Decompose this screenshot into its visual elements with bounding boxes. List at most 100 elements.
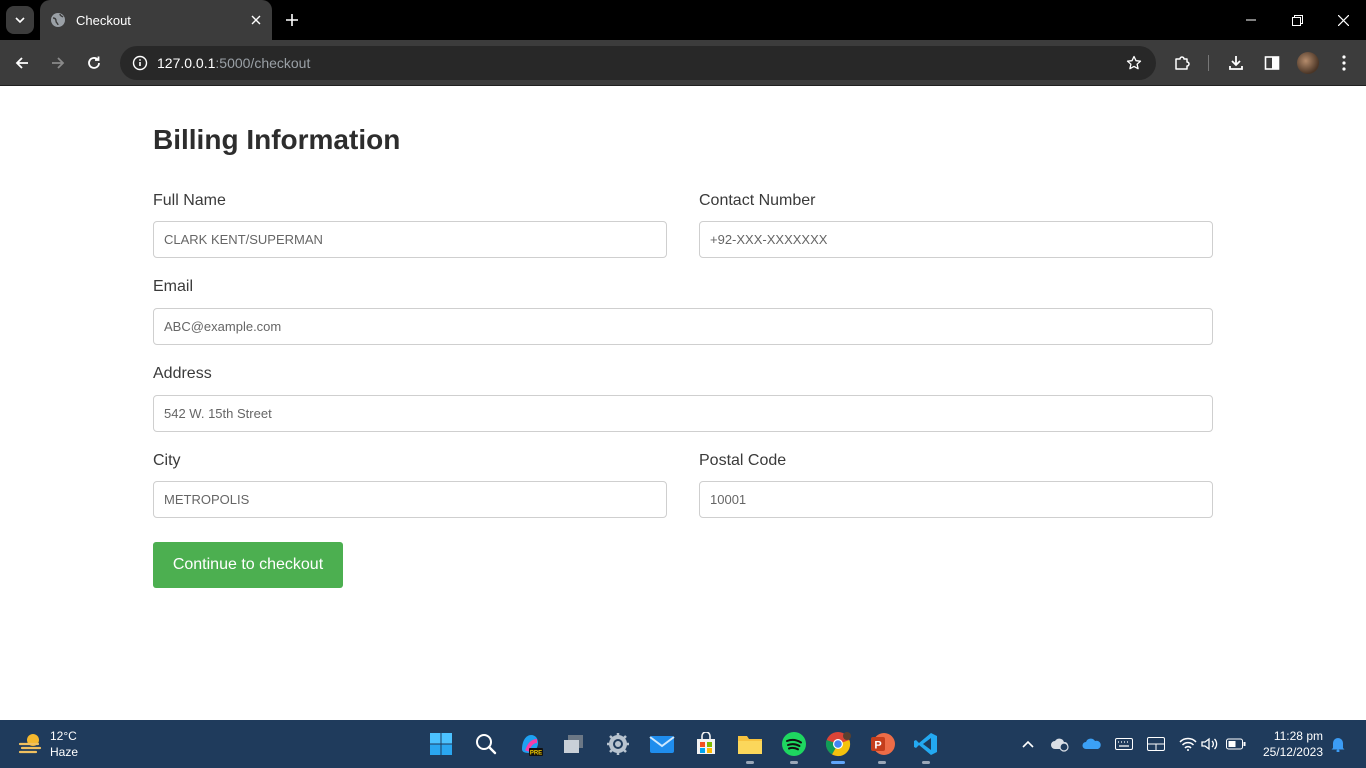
downloads-button[interactable] xyxy=(1220,47,1252,79)
contact-number-input[interactable] xyxy=(699,221,1213,258)
weather-temperature: 12°C xyxy=(50,729,77,743)
arrow-right-icon xyxy=(52,57,65,69)
full-name-input[interactable] xyxy=(153,221,667,258)
svg-text:PRE: PRE xyxy=(530,751,542,757)
wifi-icon[interactable] xyxy=(1178,734,1198,754)
notifications-button[interactable] xyxy=(1328,734,1348,754)
email-label: Email xyxy=(153,278,194,295)
close-tab-icon[interactable] xyxy=(242,6,270,34)
clock-time[interactable]: 11:28 pm xyxy=(1274,729,1323,743)
minimize-icon xyxy=(1246,19,1256,21)
svg-text:P: P xyxy=(874,740,881,752)
url-host: 127.0.0.1 xyxy=(157,55,216,71)
chevron-up-icon xyxy=(1022,740,1034,748)
puzzle-icon xyxy=(1175,56,1190,70)
close-window-button[interactable] xyxy=(1320,0,1366,40)
restore-button[interactable] xyxy=(1274,0,1320,40)
vscode-icon xyxy=(914,733,937,755)
menu-button[interactable] xyxy=(1328,47,1360,79)
full-name-label: Full Name xyxy=(153,192,226,209)
page-title: Billing Information xyxy=(153,124,401,155)
start-button[interactable] xyxy=(427,730,455,758)
copilot-preview-app[interactable]: PRE xyxy=(516,730,544,758)
volume-icon[interactable] xyxy=(1200,734,1220,754)
browser-tab[interactable]: Checkout xyxy=(40,0,272,40)
browser-tabbar: Checkout xyxy=(0,0,1366,40)
store-icon xyxy=(697,732,715,754)
reload-button[interactable] xyxy=(78,47,110,79)
bell-icon xyxy=(1331,738,1345,752)
close-icon xyxy=(1337,14,1349,26)
onedrive-icon[interactable] xyxy=(1082,734,1102,754)
folder-icon xyxy=(738,736,762,754)
battery-icon[interactable] xyxy=(1226,734,1246,754)
site-info-icon[interactable] xyxy=(128,51,152,75)
gear-icon xyxy=(607,733,629,755)
contact-number-label: Contact Number xyxy=(699,192,816,209)
settings-app[interactable] xyxy=(604,730,632,758)
search-icon xyxy=(476,734,497,755)
display-icon[interactable] xyxy=(1146,734,1166,754)
bookmark-star-icon[interactable] xyxy=(1122,51,1146,75)
taskbar-search-button[interactable] xyxy=(472,730,500,758)
chrome-app[interactable] xyxy=(824,730,852,764)
copilot-icon: PRE xyxy=(522,735,543,757)
powerpoint-icon: P xyxy=(871,733,895,755)
task-view-button[interactable] xyxy=(560,730,588,758)
arrow-left-icon xyxy=(15,57,28,69)
show-hidden-icons-button[interactable] xyxy=(1018,734,1038,754)
weather-condition: Haze xyxy=(50,745,79,759)
minimize-button[interactable] xyxy=(1228,0,1274,40)
back-button[interactable] xyxy=(6,47,38,79)
forward-button[interactable] xyxy=(42,47,74,79)
tab-search-button[interactable] xyxy=(6,6,34,34)
running-indicator xyxy=(790,761,798,764)
file-explorer-app[interactable] xyxy=(736,730,764,764)
postal-code-input[interactable] xyxy=(699,481,1213,518)
globe-icon xyxy=(50,12,66,28)
city-input[interactable] xyxy=(153,481,667,518)
city-label: City xyxy=(153,452,181,469)
plus-icon xyxy=(286,14,298,26)
vscode-app[interactable] xyxy=(912,730,940,764)
side-panel-button[interactable] xyxy=(1256,47,1288,79)
side-panel-icon xyxy=(1264,56,1280,70)
spotify-icon xyxy=(782,732,806,756)
task-view-icon xyxy=(564,735,583,753)
chevron-down-icon xyxy=(15,17,25,24)
active-indicator xyxy=(831,761,845,764)
restore-icon xyxy=(1291,14,1303,26)
new-tab-button[interactable] xyxy=(278,6,306,34)
mail-app[interactable] xyxy=(648,730,676,758)
browser-toolbar: 127.0.0.1:5000/checkout xyxy=(0,40,1366,86)
extensions-button[interactable] xyxy=(1166,47,1198,79)
profile-avatar[interactable] xyxy=(1297,52,1319,74)
url-path: :5000/checkout xyxy=(215,55,311,71)
spotify-app[interactable] xyxy=(780,730,808,764)
keyboard-icon[interactable] xyxy=(1114,734,1134,754)
running-indicator xyxy=(746,761,754,764)
clock-date[interactable]: 25/12/2023 xyxy=(1263,745,1323,759)
url-text: 127.0.0.1:5000/checkout xyxy=(157,55,310,71)
reload-icon xyxy=(88,56,100,69)
powerpoint-app[interactable]: P xyxy=(868,730,896,764)
toolbar-separator xyxy=(1208,55,1209,71)
address-bar[interactable]: 127.0.0.1:5000/checkout xyxy=(120,46,1156,80)
continue-to-checkout-button[interactable]: Continue to checkout xyxy=(153,542,343,588)
chrome-icon xyxy=(825,732,851,757)
email-input[interactable] xyxy=(153,308,1213,345)
taskbar: 12°C Haze PRE P 11:28 pm 25/12/2023 xyxy=(0,720,1366,768)
address-label: Address xyxy=(153,365,212,382)
kebab-menu-icon xyxy=(1342,55,1346,71)
download-icon xyxy=(1229,56,1243,70)
cloud-sync-icon[interactable] xyxy=(1050,734,1070,754)
windows-logo-icon xyxy=(430,733,452,755)
running-indicator xyxy=(922,761,930,764)
page-content: Billing Information Full Name Contact Nu… xyxy=(0,87,1366,720)
weather-haze-icon[interactable] xyxy=(18,731,44,757)
tab-title: Checkout xyxy=(76,12,131,28)
postal-code-label: Postal Code xyxy=(699,452,787,469)
address-input[interactable] xyxy=(153,395,1213,432)
mail-icon xyxy=(649,736,675,753)
microsoft-store-app[interactable] xyxy=(692,730,720,758)
